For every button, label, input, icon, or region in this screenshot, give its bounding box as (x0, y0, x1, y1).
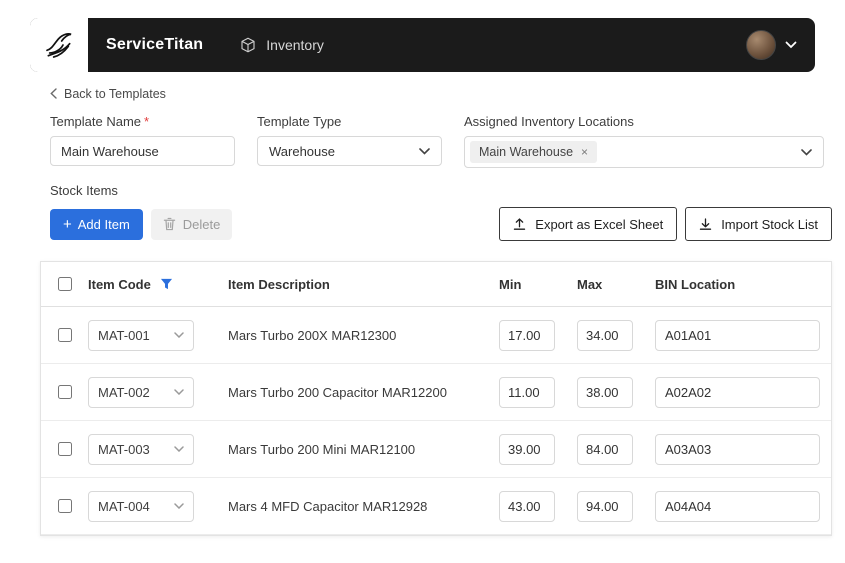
chevron-down-icon (174, 332, 184, 338)
item-code-header-label: Item Code (88, 276, 151, 292)
avatar (746, 30, 776, 60)
max-input[interactable] (577, 319, 633, 351)
location-tag-label: Main Warehouse (479, 145, 574, 159)
item-description: Mars Turbo 200 Mini MAR12100 (228, 441, 416, 457)
export-excel-button[interactable]: Export as Excel Sheet (499, 207, 678, 241)
brand-name: ServiceTitan (106, 36, 204, 53)
item-code-select[interactable]: MAT-004 (88, 490, 194, 522)
item-code-value: MAT-003 (98, 441, 150, 457)
upload-icon (514, 218, 526, 230)
export-excel-label: Export as Excel Sheet (535, 216, 664, 232)
row-checkbox[interactable] (57, 385, 72, 399)
template-name-label: Template Name * (50, 114, 150, 129)
inventory-box-icon (241, 37, 255, 53)
required-asterisk: * (144, 114, 150, 129)
bin-location-input[interactable] (655, 376, 820, 408)
chevron-down-icon (801, 148, 812, 156)
add-item-button[interactable]: Add Item (50, 208, 143, 240)
table-row: MAT-001 Mars Turbo 200X MAR12300 (41, 307, 831, 364)
item-code-value: MAT-004 (98, 498, 150, 514)
assigned-locations-label: Assigned Inventory Locations (464, 114, 634, 129)
template-form: Template Name* Template Type Warehouse A… (50, 114, 845, 168)
logo-icon (46, 32, 72, 58)
table-row: MAT-004 Mars 4 MFD Capacitor MAR12928 (41, 478, 831, 535)
chevron-left-icon (50, 88, 57, 99)
template-name-field: Template Name * (50, 114, 235, 168)
chevron-down-icon (174, 389, 184, 395)
nav-inventory-label: Inventory (266, 37, 324, 53)
logo[interactable] (30, 18, 88, 72)
plus-icon (63, 217, 72, 232)
row-checkbox[interactable] (57, 499, 72, 513)
main-content: Back to Templates Template Name* Templat… (0, 72, 845, 241)
select-all-checkbox[interactable] (57, 277, 72, 291)
user-menu[interactable] (746, 30, 797, 60)
min-input[interactable] (499, 319, 555, 351)
location-tag: Main Warehouse × (470, 141, 598, 163)
min-input[interactable] (499, 433, 555, 465)
chevron-down-icon (174, 446, 184, 452)
column-item-code[interactable]: Item Code (86, 277, 226, 292)
remove-tag-icon[interactable]: × (581, 146, 588, 158)
template-name-input[interactable] (50, 136, 235, 166)
bin-location-input[interactable] (655, 490, 820, 522)
column-min: Min (499, 276, 522, 292)
column-max: Max (577, 276, 603, 292)
item-code-select[interactable]: MAT-002 (88, 376, 194, 408)
assigned-locations-select[interactable]: Main Warehouse × (464, 136, 824, 168)
import-stock-label: Import Stock List (721, 216, 818, 232)
column-item-description: Item Description (228, 276, 330, 292)
min-input[interactable] (499, 490, 555, 522)
chevron-down-icon (785, 41, 797, 49)
top-nav: ServiceTitan Inventory (30, 18, 815, 72)
item-code-value: MAT-001 (98, 327, 150, 343)
max-input[interactable] (577, 490, 633, 522)
bin-location-input[interactable] (655, 319, 820, 351)
assigned-locations-field: Assigned Inventory Locations Main Wareho… (464, 114, 824, 168)
stock-items-table: Item Code Item Description Min Max BIN L… (40, 261, 832, 536)
chevron-down-icon (419, 147, 430, 155)
add-item-label: Add Item (77, 216, 130, 232)
item-description: Mars 4 MFD Capacitor MAR12928 (228, 498, 428, 514)
download-icon (700, 218, 712, 230)
template-type-select[interactable]: Warehouse (257, 136, 442, 166)
delete-label: Delete (182, 216, 221, 232)
table-header-row: Item Code Item Description Min Max BIN L… (41, 262, 831, 307)
item-code-select[interactable]: MAT-001 (88, 319, 194, 351)
row-checkbox[interactable] (57, 328, 72, 342)
back-link[interactable]: Back to Templates (50, 87, 166, 101)
item-description: Mars Turbo 200 Capacitor MAR12200 (228, 384, 447, 400)
template-type-label: Template Type (257, 114, 342, 129)
import-stock-button[interactable]: Import Stock List (685, 207, 832, 241)
back-link-label: Back to Templates (64, 86, 166, 101)
template-type-field: Template Type Warehouse (257, 114, 442, 168)
min-input[interactable] (499, 376, 555, 408)
table-row: MAT-002 Mars Turbo 200 Capacitor MAR1220… (41, 364, 831, 421)
filter-icon[interactable] (160, 278, 173, 290)
table-row: MAT-003 Mars Turbo 200 Mini MAR12100 (41, 421, 831, 478)
item-code-select[interactable]: MAT-003 (88, 433, 194, 465)
row-checkbox[interactable] (57, 442, 72, 456)
item-code-value: MAT-002 (98, 384, 150, 400)
column-bin-location: BIN Location (655, 276, 736, 292)
trash-icon (163, 217, 176, 231)
stock-items-heading: Stock Items (50, 183, 118, 198)
template-type-value: Warehouse (269, 143, 335, 159)
max-input[interactable] (577, 376, 633, 408)
nav-item-inventory[interactable]: Inventory (239, 36, 324, 54)
item-description: Mars Turbo 200X MAR12300 (228, 327, 397, 343)
delete-button[interactable]: Delete (150, 208, 233, 240)
chevron-down-icon (174, 503, 184, 509)
bin-location-input[interactable] (655, 433, 820, 465)
stock-items-toolbar: Add Item Delete Export as Excel Sheet (50, 207, 832, 241)
max-input[interactable] (577, 433, 633, 465)
